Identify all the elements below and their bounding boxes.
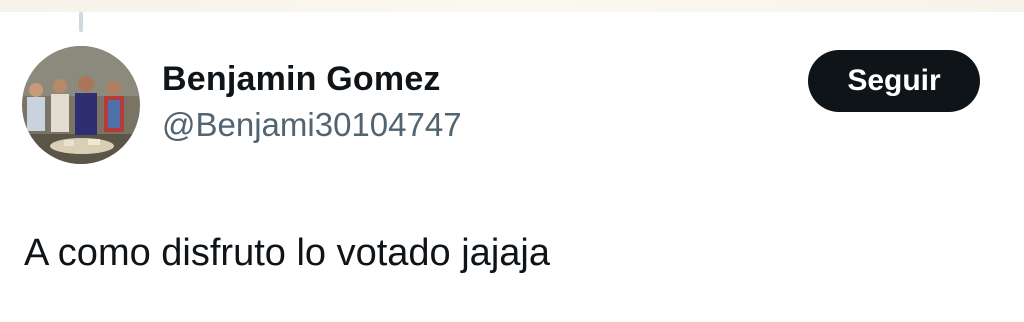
follow-button[interactable]: Seguir <box>808 50 980 112</box>
previous-post-edge <box>0 0 1024 12</box>
author-display-name[interactable]: Benjamin Gomez <box>162 60 441 99</box>
thread-connector-line <box>79 12 83 32</box>
avatar-photo <box>22 46 140 164</box>
tweet-text: A como disfruto lo votado jajaja <box>24 232 550 274</box>
author-handle[interactable]: @Benjami30104747 <box>162 106 462 144</box>
avatar[interactable] <box>22 46 140 164</box>
